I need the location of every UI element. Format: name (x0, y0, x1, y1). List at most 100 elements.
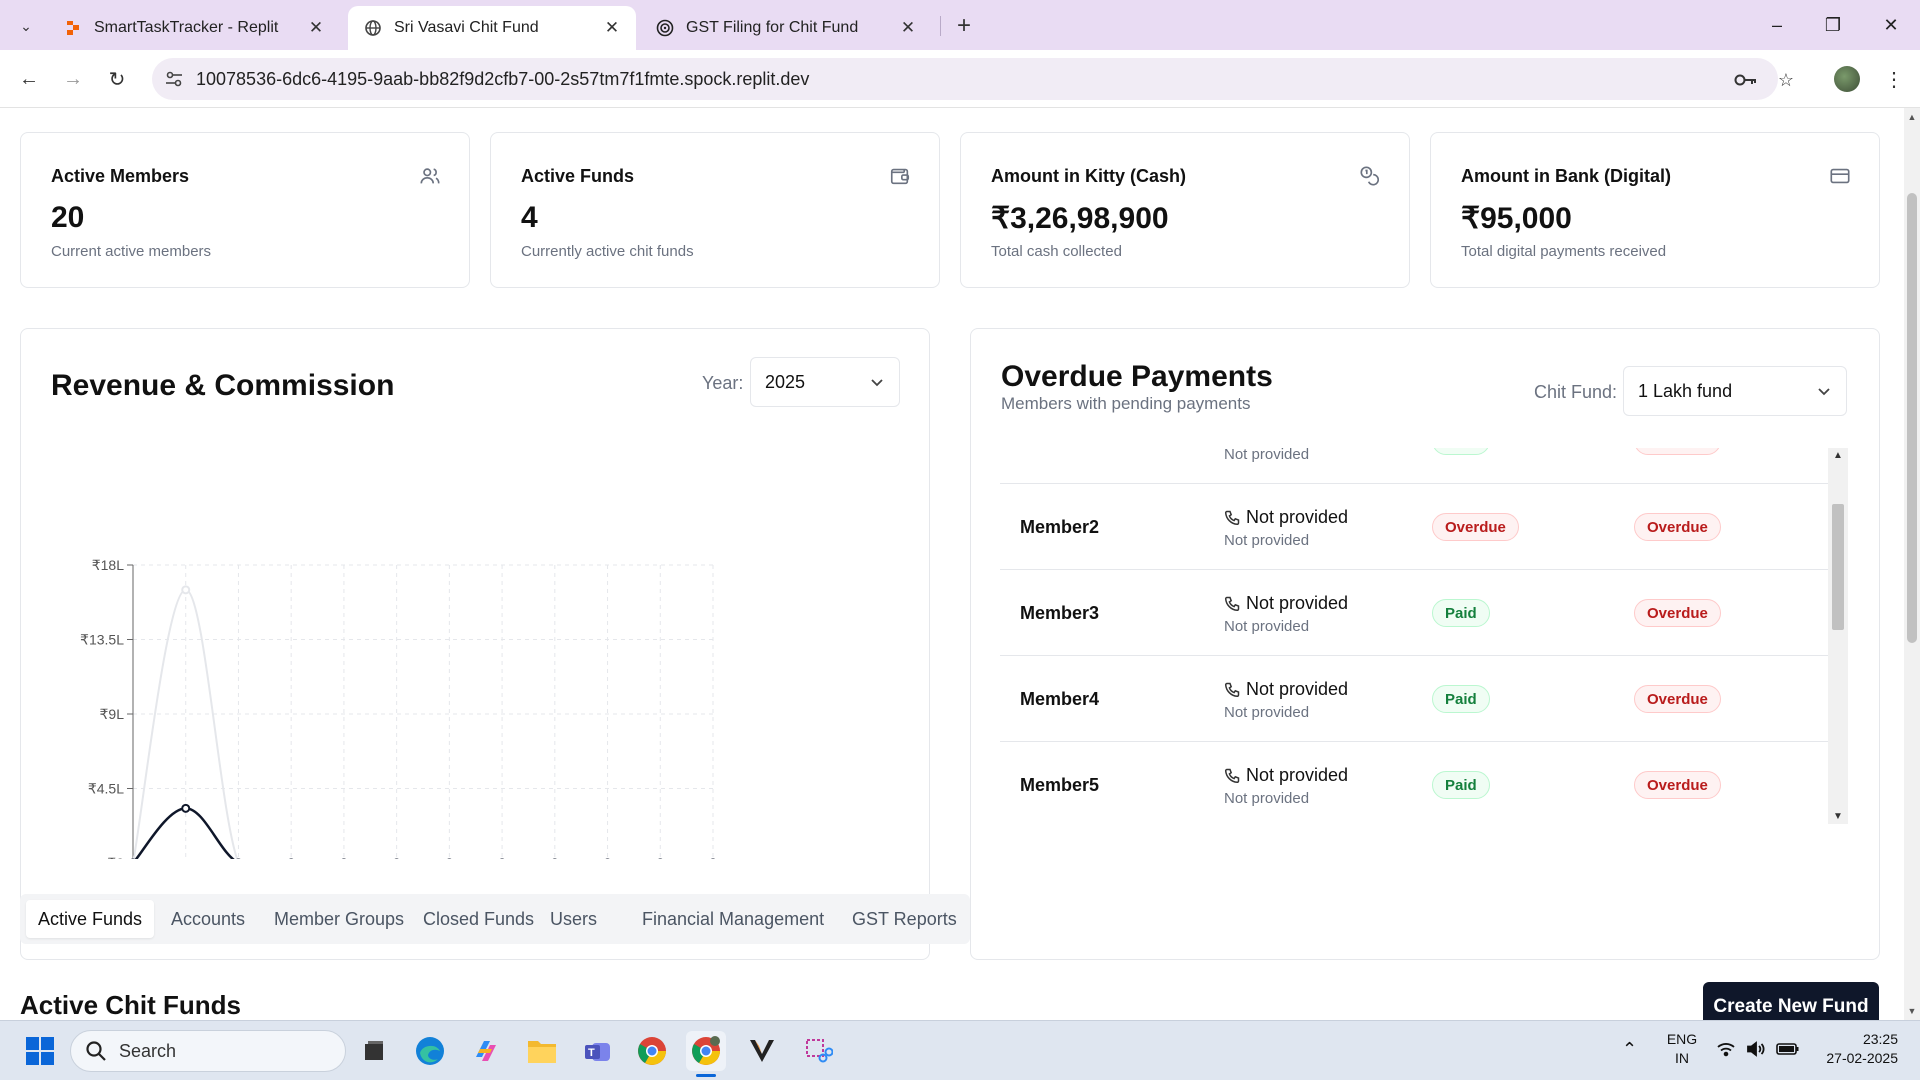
status-badge: Overdue (1634, 771, 1721, 799)
language-bottom: IN (1675, 1050, 1689, 1066)
vlc-icon[interactable] (742, 1031, 782, 1071)
back-button[interactable]: ← (14, 64, 44, 94)
scrollbar-thumb[interactable] (1832, 504, 1844, 630)
scrollbar-thumb[interactable] (1907, 193, 1917, 643)
series-line-revenue (134, 807, 235, 859)
teams-icon[interactable]: T (578, 1031, 618, 1071)
language-top: ENG (1666, 1031, 1698, 1047)
page-scrollbar[interactable]: ▲ ▼ (1904, 108, 1920, 1020)
tray-overflow-chevron-icon[interactable]: ⌃ (1622, 1039, 1637, 1060)
clock[interactable]: 23:25 27-02-2025 (1816, 1031, 1898, 1066)
revenue-card: Revenue & Commission Year: 2025 ₹0 ₹4.5L ₹… (20, 328, 930, 960)
section-tabs: Active Funds Accounts Member Groups Clos… (20, 894, 970, 944)
new-tab-button[interactable]: + (950, 12, 978, 40)
search-icon (86, 1041, 106, 1061)
stat-label: Amount in Bank (Digital) (1461, 166, 1671, 186)
status-badge: Paid (1432, 685, 1490, 713)
browser-menu-icon[interactable]: ⋮ (1880, 64, 1908, 94)
reload-button[interactable]: ↻ (102, 64, 132, 94)
tab-closed-funds[interactable]: Closed Funds (411, 900, 546, 938)
users-icon (420, 168, 440, 184)
tab-separator (940, 16, 941, 36)
close-tab-icon[interactable]: ✕ (306, 18, 326, 38)
minimize-button[interactable]: – (1762, 10, 1792, 40)
tab-accounts[interactable]: Accounts (159, 900, 257, 938)
clock-date: 27-02-2025 (1826, 1050, 1898, 1066)
scroll-down-arrow-icon[interactable]: ▼ (1907, 1006, 1917, 1016)
coins-icon (1360, 166, 1380, 186)
tab-smarttasktracker[interactable]: SmartTaskTracker - Replit ✕ (48, 6, 340, 50)
tab-title: Sri Vasavi Chit Fund (394, 19, 539, 36)
member-name: Member5 (1020, 775, 1100, 795)
overdue-row: Member3 Not provided Not provided Paid Overd… (1000, 570, 1828, 656)
close-tab-icon[interactable]: ✕ (602, 18, 622, 38)
volume-icon[interactable] (1746, 1041, 1766, 1060)
taskbar-search[interactable]: Search (70, 1030, 346, 1072)
member-name: Member2 (1020, 517, 1100, 537)
member-phone-text: Not provided (1246, 765, 1349, 785)
stat-subtitle: Total digital payments received (1461, 243, 1667, 260)
overdue-subtitle: Members with pending payments (1001, 394, 1251, 413)
windows-taskbar: Search T ⌃ ENG IN 23:25 27-02-2025 (0, 1020, 1920, 1080)
status-badge: Paid (1432, 599, 1490, 627)
search-label: Search (119, 1040, 177, 1061)
chrome-profile-icon[interactable] (686, 1031, 726, 1077)
browser-tab-bar: ⌄ SmartTaskTracker - Replit ✕ Sri Vasavi… (0, 0, 1920, 50)
site-settings-icon[interactable] (164, 69, 184, 89)
restore-button[interactable]: ❐ (1818, 10, 1848, 40)
revenue-title: Revenue & Commission (51, 369, 395, 402)
tab-users[interactable]: Users (538, 900, 609, 938)
chrome-icon[interactable] (632, 1031, 672, 1071)
tab-search-dropdown[interactable]: ⌄ (12, 12, 40, 40)
edge-browser-icon[interactable] (410, 1031, 450, 1071)
overdue-row: Member4 Not provided Not provided Paid Overd… (1000, 656, 1828, 742)
series-commission (130, 585, 716, 859)
bookmark-star-icon[interactable]: ☆ (1774, 68, 1798, 92)
status-badge: Paid (1432, 448, 1490, 455)
task-view-icon[interactable] (354, 1031, 394, 1071)
page-viewport: Active Members 20 Current active members… (0, 108, 1920, 1020)
chit-fund-select[interactable]: 1 Lakh fund (1623, 366, 1847, 416)
close-window-button[interactable]: ✕ (1876, 10, 1906, 40)
windows-start-icon[interactable] (20, 1031, 60, 1071)
data-point-revenue (181, 803, 191, 813)
battery-icon[interactable] (1776, 1041, 1800, 1060)
tab-sri-vasavi[interactable]: Sri Vasavi Chit Fund ✕ (348, 6, 636, 50)
year-select[interactable]: 2025 (750, 357, 900, 407)
y-tick-label: ₹18L (92, 557, 124, 573)
language-indicator[interactable]: ENG IN (1665, 1031, 1699, 1066)
snipping-tool-icon[interactable] (798, 1031, 838, 1071)
scroll-down-arrow-icon[interactable]: ▼ (1828, 811, 1848, 822)
tab-member-groups[interactable]: Member Groups (262, 900, 416, 938)
forward-button[interactable]: → (58, 64, 88, 94)
wifi-icon[interactable] (1716, 1041, 1736, 1060)
y-tick-label: ₹0 (107, 855, 124, 859)
member-name: Member4 (1020, 689, 1100, 709)
password-key-icon[interactable] (1734, 68, 1758, 92)
overdue-scrollbar[interactable]: ▲ ▼ (1828, 448, 1848, 824)
close-tab-icon[interactable]: ✕ (898, 18, 918, 38)
year-value: 2025 (765, 371, 806, 392)
stat-card-active-members: Active Members 20 Current active members (20, 132, 470, 288)
scroll-up-arrow-icon[interactable]: ▲ (1828, 450, 1848, 461)
active-chit-funds-title: Active Chit Funds (20, 990, 242, 1020)
tab-title: SmartTaskTracker - Replit (94, 19, 279, 36)
stat-card-kitty-cash: Amount in Kitty (Cash) ₹3,26,98,900 Tota… (960, 132, 1410, 288)
copilot-icon[interactable] (466, 1031, 506, 1071)
create-new-fund-button[interactable]: Create New Fund (1703, 982, 1879, 1020)
tab-financial-management[interactable]: Financial Management (630, 900, 836, 938)
file-explorer-icon[interactable] (522, 1031, 562, 1071)
address-bar: ← → ↻ 10078536-6dc6-4195-9aab-bb82f9d2cf… (0, 50, 1920, 108)
stat-subtitle: Currently active chit funds (521, 243, 694, 260)
stat-card-bank-digital: Amount in Bank (Digital) ₹95,000 Total d… (1430, 132, 1880, 288)
tab-gst-reports[interactable]: GST Reports (840, 900, 969, 938)
profile-avatar[interactable] (1834, 66, 1860, 92)
scroll-up-arrow-icon[interactable]: ▲ (1907, 112, 1917, 122)
tab-active-funds[interactable]: Active Funds (26, 900, 155, 938)
chevron-down-icon (871, 379, 883, 387)
series-revenue (130, 803, 716, 859)
member-phone-text: Not provided (1246, 507, 1349, 527)
omnibox[interactable]: 10078536-6dc6-4195-9aab-bb82f9d2cfb7-00-… (152, 58, 1794, 100)
stat-label: Active Members (51, 166, 190, 186)
tab-gst-filing[interactable]: GST Filing for Chit Fund ✕ (640, 6, 932, 50)
